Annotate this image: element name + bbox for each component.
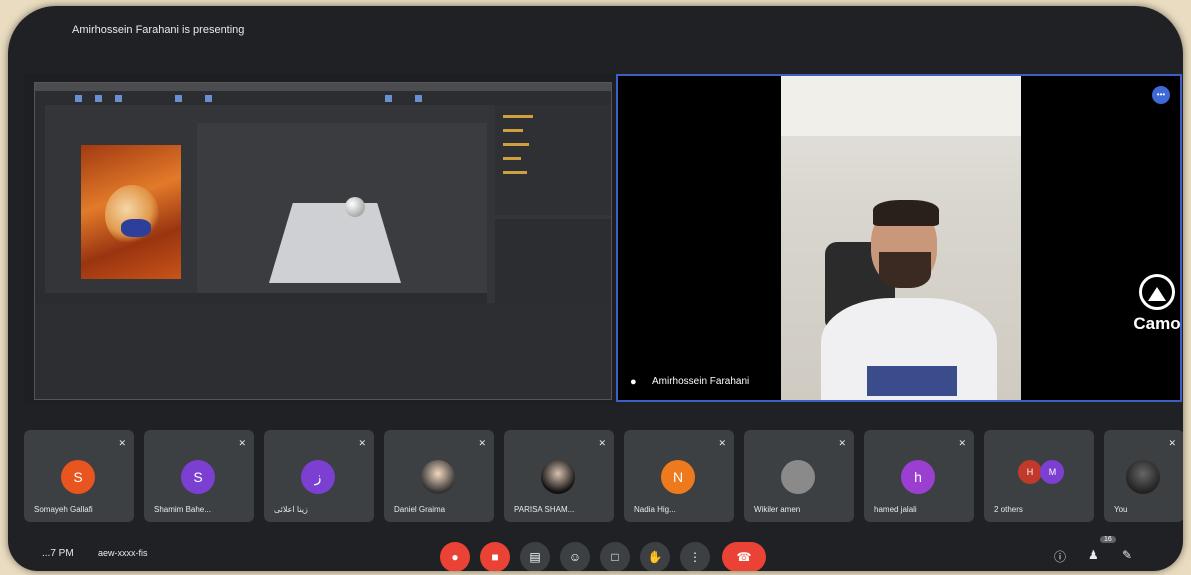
- participant-tile[interactable]: H M 2 others: [984, 430, 1094, 522]
- toolbar-icon: [205, 95, 212, 102]
- avatar: S: [61, 460, 95, 494]
- mic-off-icon: ✕: [358, 438, 366, 448]
- render-object: [121, 219, 151, 237]
- avatar: M: [1040, 460, 1065, 484]
- mic-off-icon: ✕: [118, 438, 126, 448]
- participant-name: Shamim Bahe...: [154, 505, 211, 514]
- toolbar-icon: [95, 95, 102, 102]
- viewport-plane: [269, 203, 401, 283]
- shared-screen-tile[interactable]: [24, 74, 620, 404]
- toolbar-icon: [415, 95, 422, 102]
- object-row: [503, 143, 529, 146]
- mic-icon: ●: [630, 376, 637, 388]
- avatar: ز: [301, 460, 335, 494]
- object-row: [503, 115, 533, 118]
- participant-name: Somayeh Gallafi: [34, 505, 93, 514]
- participant-name: hamed jalali: [874, 505, 917, 514]
- ceiling: [781, 76, 1021, 136]
- mic-toggle-button[interactable]: ●: [440, 542, 470, 571]
- others-avatars: H M: [1018, 460, 1065, 484]
- mic-off-icon: ✕: [598, 438, 606, 448]
- participant-name: Wikiler amen: [754, 505, 801, 514]
- camo-overlay: Camo: [1124, 274, 1183, 334]
- beard: [879, 252, 931, 288]
- participant-tile[interactable]: ✕ Wikiler amen: [744, 430, 854, 522]
- participant-tile[interactable]: ✕ S Somayeh Gallafi: [24, 430, 134, 522]
- hair: [873, 200, 939, 226]
- object-row: [503, 171, 527, 174]
- mic-off-icon: ✕: [958, 438, 966, 448]
- participant-strip: ✕ S Somayeh Gallafi ✕ S Shamim Bahe... ✕…: [24, 430, 1183, 526]
- speaker-name: Amirhossein Farahani: [652, 376, 750, 387]
- presenting-label: Amirhossein Farahani is presenting: [72, 24, 245, 36]
- participant-name: Nadia Hig...: [634, 505, 676, 514]
- participant-tile[interactable]: ✕ N Nadia Hig...: [624, 430, 734, 522]
- timeline: [35, 293, 487, 303]
- more-options-button[interactable]: ⋮: [680, 542, 710, 571]
- self-tile[interactable]: ✕ You: [1104, 430, 1183, 522]
- camo-logo-icon: [1139, 274, 1175, 310]
- speaker-video: [781, 76, 1021, 400]
- info-icon[interactable]: ⓘ: [1054, 548, 1066, 565]
- meet-window: Amirhossein Farahani is presenting ● Ami…: [8, 6, 1183, 571]
- mic-off-icon: ✕: [838, 438, 846, 448]
- end-call-button[interactable]: ☎: [722, 542, 766, 571]
- object-manager-panel: [495, 105, 611, 215]
- participant-name: You: [1114, 505, 1128, 514]
- toolbar-icon: [385, 95, 392, 102]
- object-row: [503, 157, 521, 160]
- avatar: S: [181, 460, 215, 494]
- people-icon[interactable]: ♟: [1088, 548, 1099, 562]
- participant-tile[interactable]: ✕ S Shamim Bahe...: [144, 430, 254, 522]
- render-preview: [81, 145, 181, 279]
- raise-hand-button[interactable]: ✋: [640, 542, 670, 571]
- more-options-icon[interactable]: •••: [1152, 86, 1170, 104]
- participant-name: زینا اعلائی: [274, 505, 308, 514]
- participant-tile[interactable]: ✕ h hamed jalali: [864, 430, 974, 522]
- participant-tile[interactable]: ✕ PARISA SHAM...: [504, 430, 614, 522]
- avatar: N: [661, 460, 695, 494]
- app-menu-bar: [35, 83, 611, 91]
- object-row: [503, 129, 523, 132]
- avatar: h: [901, 460, 935, 494]
- mic-off-icon: ✕: [238, 438, 246, 448]
- toolbar-icon: [175, 95, 182, 102]
- avatar: [421, 460, 455, 494]
- camo-brand-text: Camo: [1133, 314, 1181, 333]
- participant-name: PARISA SHAM...: [514, 505, 575, 514]
- avatar: [541, 460, 575, 494]
- participant-name: 2 others: [994, 505, 1023, 514]
- avatar: H: [1018, 460, 1042, 484]
- participant-name: Daniel Graima: [394, 505, 446, 514]
- mic-off-icon: ✕: [1168, 438, 1176, 448]
- material-panel: [35, 303, 611, 399]
- mic-off-icon: ✕: [478, 438, 486, 448]
- emoji-button[interactable]: ☺: [560, 542, 590, 571]
- people-count-badge: 16: [1100, 536, 1116, 543]
- 3d-viewport: [197, 123, 487, 293]
- shirt-print: [867, 366, 957, 396]
- mic-off-icon: ✕: [718, 438, 726, 448]
- toolbar-icon: [75, 95, 82, 102]
- avatar: [781, 460, 815, 494]
- participant-tile[interactable]: ✕ Daniel Graima: [384, 430, 494, 522]
- captions-button[interactable]: ▤: [520, 542, 550, 571]
- meeting-controls-bar: ...7 PM aew-xxxx-fis ● ■ ▤ ☺ □ ✋ ⋮ ☎ ⓘ 1…: [8, 536, 1183, 571]
- shared-cinema4d-screen: [34, 82, 612, 400]
- chat-icon[interactable]: ✎: [1122, 548, 1132, 562]
- speaker-tile[interactable]: ● Amirhossein Farahani •••: [616, 74, 1182, 402]
- camera-toggle-button[interactable]: ■: [480, 542, 510, 571]
- avatar: [1126, 460, 1160, 494]
- participant-tile[interactable]: ✕ ز زینا اعلائی: [264, 430, 374, 522]
- meeting-time: ...7 PM: [42, 548, 74, 559]
- viewport-sphere: [345, 197, 365, 217]
- present-button[interactable]: □: [600, 542, 630, 571]
- meeting-code: aew-xxxx-fis: [98, 548, 148, 558]
- toolbar-icon: [115, 95, 122, 102]
